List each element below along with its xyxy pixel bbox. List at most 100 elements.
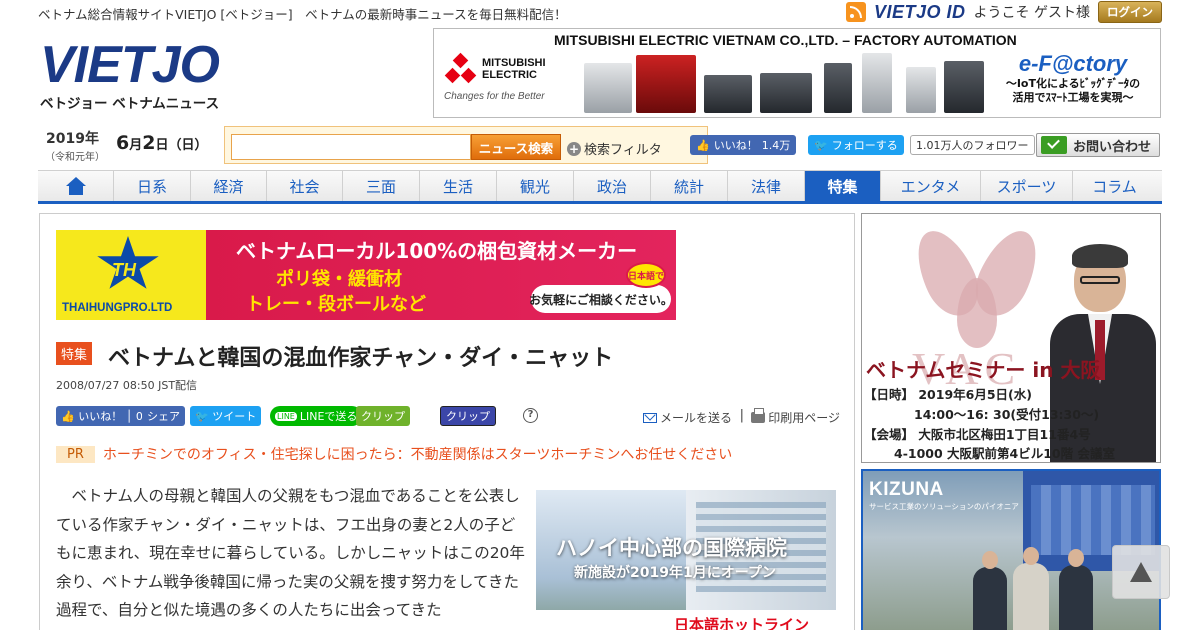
seminar-venue: 【会場】 大阪市北区梅田1丁目11番4号 — [864, 427, 1091, 442]
efactory-line2: 活用でｽﾏｰﾄ工場を実現～ — [1012, 91, 1134, 104]
nav-item-column[interactable]: コラム — [1073, 171, 1156, 201]
printer-icon — [751, 408, 766, 423]
fb-share-button[interactable]: シェア — [142, 406, 185, 426]
nav-item-sanmen[interactable]: 三面 — [343, 171, 420, 201]
banner-red-area: ベトナムローカル100%の梱包資材メーカー ポリ袋・緩衝材 トレー・段ボールなど… — [206, 230, 676, 320]
kizuna-logo: KIZUNA — [869, 479, 944, 500]
contact-button[interactable]: お問い合わせ — [1036, 133, 1160, 157]
twitter-follow-button[interactable]: 🐦 フォローする — [808, 135, 904, 155]
article-body: ベトナム人の母親と韓国人の父親をもつ混血であることを公表している作家チャン・ダイ… — [56, 487, 525, 619]
banner-circle: 日本語で — [626, 262, 666, 288]
welcome-text: ようこそ ゲスト様 — [973, 5, 1090, 21]
thaihung-ad-banner[interactable]: TH THAIHUNGPRO.LTD ベトナムローカル100%の梱包資材メーカー… — [56, 230, 676, 320]
nav-item-statistics[interactable]: 統計 — [651, 171, 728, 201]
nav-item-life[interactable]: 生活 — [420, 171, 497, 201]
print-page-link[interactable]: 印刷用ページ — [751, 408, 840, 426]
kizuna-subtitle: サービス工業のソリューションのパイオニア — [869, 502, 1019, 511]
person-figure — [1013, 547, 1049, 630]
logo-wordmark: VIETJO — [40, 36, 220, 94]
product-image — [862, 53, 892, 113]
article-title: ベトナムと韓国の混血作家チャン・ダイ・ニャット — [108, 346, 614, 371]
nav-item-economy[interactable]: 経済 — [191, 171, 267, 201]
help-icon[interactable]: ? — [523, 408, 538, 423]
product-image — [824, 63, 852, 113]
banner-line2: トレー・段ボールなど — [246, 294, 426, 315]
line-icon: LINE — [275, 411, 297, 421]
header-ad-banner[interactable]: MITSUBISHI ELECTRIC VIETNAM CO.,LTD. – F… — [433, 28, 1161, 118]
login-button[interactable]: ログイン — [1098, 1, 1162, 23]
banner-title: ベトナムローカル100%の梱包資材メーカー — [236, 239, 638, 263]
send-mail-label: メールを送る — [659, 411, 732, 425]
mitsubishi-logo: MITSUBISHI ELECTRIC Changes for the Bett… — [444, 49, 554, 109]
date-day: 2 — [142, 132, 156, 154]
vietjo-id-logo[interactable]: VIETJO ID — [874, 2, 966, 23]
up-arrow-icon — [1130, 562, 1152, 582]
line-send-button[interactable]: LINE LINEで送る — [270, 406, 363, 426]
fb-like-label: いいね！ — [713, 139, 758, 152]
contact-label: お問い合わせ — [1073, 139, 1152, 155]
product-image — [704, 75, 752, 113]
pr-link[interactable]: ホーチミンでのオフィス・住宅探しに困ったら：不動産関係はスターツホーチミンへお任… — [103, 444, 732, 464]
date-era: （令和元年） — [45, 152, 105, 163]
tweet-label: ツイート — [212, 410, 257, 423]
efactory-logo: e-F@ctory — [1018, 51, 1128, 76]
tw-follow-label: フォローする — [831, 139, 898, 152]
pr-row: PR ホーチミンでのオフィス・住宅探しに困ったら：不動産関係はスターツホーチミン… — [56, 444, 732, 464]
thaihung-name: THAIHUNGPRO.LTD — [62, 302, 173, 314]
person-figure — [1059, 549, 1093, 630]
line-label: LINEで送る — [299, 410, 358, 423]
seminar-time: 14:00～16: 30(受付13:30～) — [914, 407, 1100, 422]
date-month-unit: 月 — [129, 138, 143, 153]
search-input[interactable] — [231, 134, 471, 160]
nav-item-sports[interactable]: スポーツ — [981, 171, 1073, 201]
product-image — [944, 61, 984, 113]
product-image — [906, 67, 936, 113]
search-filter-link[interactable]: + 検索フィルタ — [567, 139, 662, 158]
news-search-button[interactable]: ニュース検索 — [471, 134, 561, 160]
mitsubishi-tagline: Changes for the Better — [444, 91, 545, 102]
plus-icon: + — [567, 141, 581, 156]
seminar-ad-banner[interactable]: VAC ベトナムセミナー in 大阪 【日時】 2019年6月5日(水) 14:… — [861, 213, 1161, 463]
date-weekday: （日） — [168, 138, 208, 153]
site-logo[interactable]: VIETJO ベトジョー ベトナムニュース — [40, 36, 240, 112]
nav-item-society[interactable]: 社会 — [267, 171, 343, 201]
rss-icon[interactable] — [846, 2, 867, 22]
article-date: 2008/07/27 08:50 JST配信 — [56, 379, 198, 392]
seminar-title-a: ベトナムセミナー — [866, 358, 1026, 382]
seminar-title-b: 大阪 — [1060, 358, 1101, 382]
date-year: 2019年 — [46, 131, 99, 147]
nav-item-entertainment[interactable]: エンタメ — [881, 171, 981, 201]
facebook-like-button[interactable]: 👍 いいね！ 1.4万 — [690, 135, 797, 155]
fb-like-share-button[interactable]: 👍 いいね！ │ 0 — [56, 406, 148, 426]
clip-button[interactable]: クリップ — [356, 406, 410, 426]
nav-item-tourism[interactable]: 観光 — [497, 171, 574, 201]
hospital-ad-banner[interactable]: ハノイ中心部の国際病院 新施設が2019年1月にオープン 日本語ホットライン — [536, 490, 836, 630]
thumbs-up-icon: 👍 — [696, 138, 710, 152]
top-right-area: VIETJO ID ようこそ ゲスト様 ログイン — [846, 1, 1162, 23]
main-nav: 日系 経済 社会 三面 生活 観光 政治 統計 法律 特集 エンタメ スポーツ … — [38, 170, 1162, 204]
product-image — [636, 55, 696, 113]
scroll-to-top-button[interactable] — [1112, 545, 1170, 599]
nav-item-politics[interactable]: 政治 — [574, 171, 651, 201]
category-badge[interactable]: 特集 — [56, 342, 93, 365]
article-panel: TH THAIHUNGPRO.LTD ベトナムローカル100%の梱包資材メーカー… — [39, 213, 855, 630]
date-month-day: 6月2日（日） — [116, 132, 208, 154]
top-bar: ベトナム総合情報サイトVIETJO [ベトジョー] ベトナムの最新時事ニュースを… — [38, 0, 1162, 24]
send-mail-link[interactable]: メールを送る — [642, 409, 732, 426]
clip-vj-button[interactable]: クリップ — [440, 406, 496, 426]
fb-like-label: いいね！ — [78, 410, 123, 423]
thaihung-logo: TH THAIHUNGPRO.LTD — [56, 230, 206, 320]
search-box: ニュース検索 + 検索フィルタ — [224, 126, 708, 164]
print-page-label: 印刷用ページ — [768, 411, 840, 425]
nav-item-feature[interactable]: 特集 — [805, 171, 881, 201]
banner-bubble: お気軽にご相談ください。 — [529, 285, 673, 313]
mitsubishi-diamonds-icon — [444, 52, 478, 87]
nav-home[interactable] — [38, 171, 114, 201]
nav-item-nikkei[interactable]: 日系 — [114, 171, 191, 201]
envelope-icon — [642, 412, 657, 423]
header-ad-title: MITSUBISHI ELECTRIC VIETNAM CO.,LTD. – F… — [554, 32, 1017, 48]
nav-item-law[interactable]: 法律 — [728, 171, 805, 201]
hospital-ad-title: ハノイ中心部の国際病院 — [556, 536, 787, 560]
mitsubishi-name: MITSUBISHI ELECTRIC — [482, 57, 546, 81]
tweet-button[interactable]: 🐦 ツイート — [190, 406, 262, 426]
